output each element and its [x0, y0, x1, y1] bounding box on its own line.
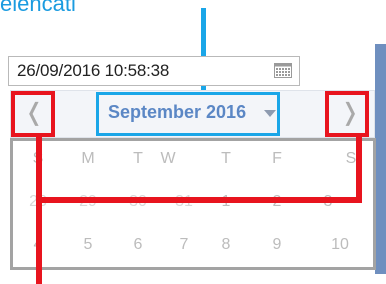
day-cell[interactable]: 8 — [211, 236, 241, 254]
day-cell[interactable]: 5 — [73, 236, 103, 254]
weekday-label: T — [133, 150, 143, 167]
day-cell[interactable]: 10 — [325, 236, 355, 254]
weekday-label: M — [81, 150, 95, 167]
month-year-dropdown[interactable]: September 2016 — [108, 102, 246, 123]
date-time-input[interactable]: 26/09/2016 10:58:38 — [8, 56, 300, 86]
date-time-value: 26/09/2016 10:58:38 — [17, 61, 170, 80]
caret-down-icon[interactable] — [264, 110, 276, 117]
chevron-left-icon[interactable]: ❬ — [24, 98, 44, 126]
blue-pointer-line — [201, 8, 206, 100]
weekday-label: T — [221, 150, 231, 167]
chevron-right-icon[interactable]: ❭ — [340, 98, 360, 126]
day-cell[interactable]: 7 — [169, 236, 199, 254]
red-pointer-line — [36, 136, 42, 284]
red-connector-line — [36, 197, 362, 203]
heading-text: elencati — [0, 0, 76, 16]
calendar-grid-icon[interactable] — [274, 63, 292, 78]
weekday-label: W — [160, 150, 176, 167]
red-pointer-line — [356, 136, 362, 203]
day-cell[interactable]: 6 — [123, 236, 153, 254]
weekday-label: F — [272, 150, 282, 167]
window-edge-bar — [375, 44, 386, 274]
day-cell[interactable]: 9 — [262, 236, 292, 254]
